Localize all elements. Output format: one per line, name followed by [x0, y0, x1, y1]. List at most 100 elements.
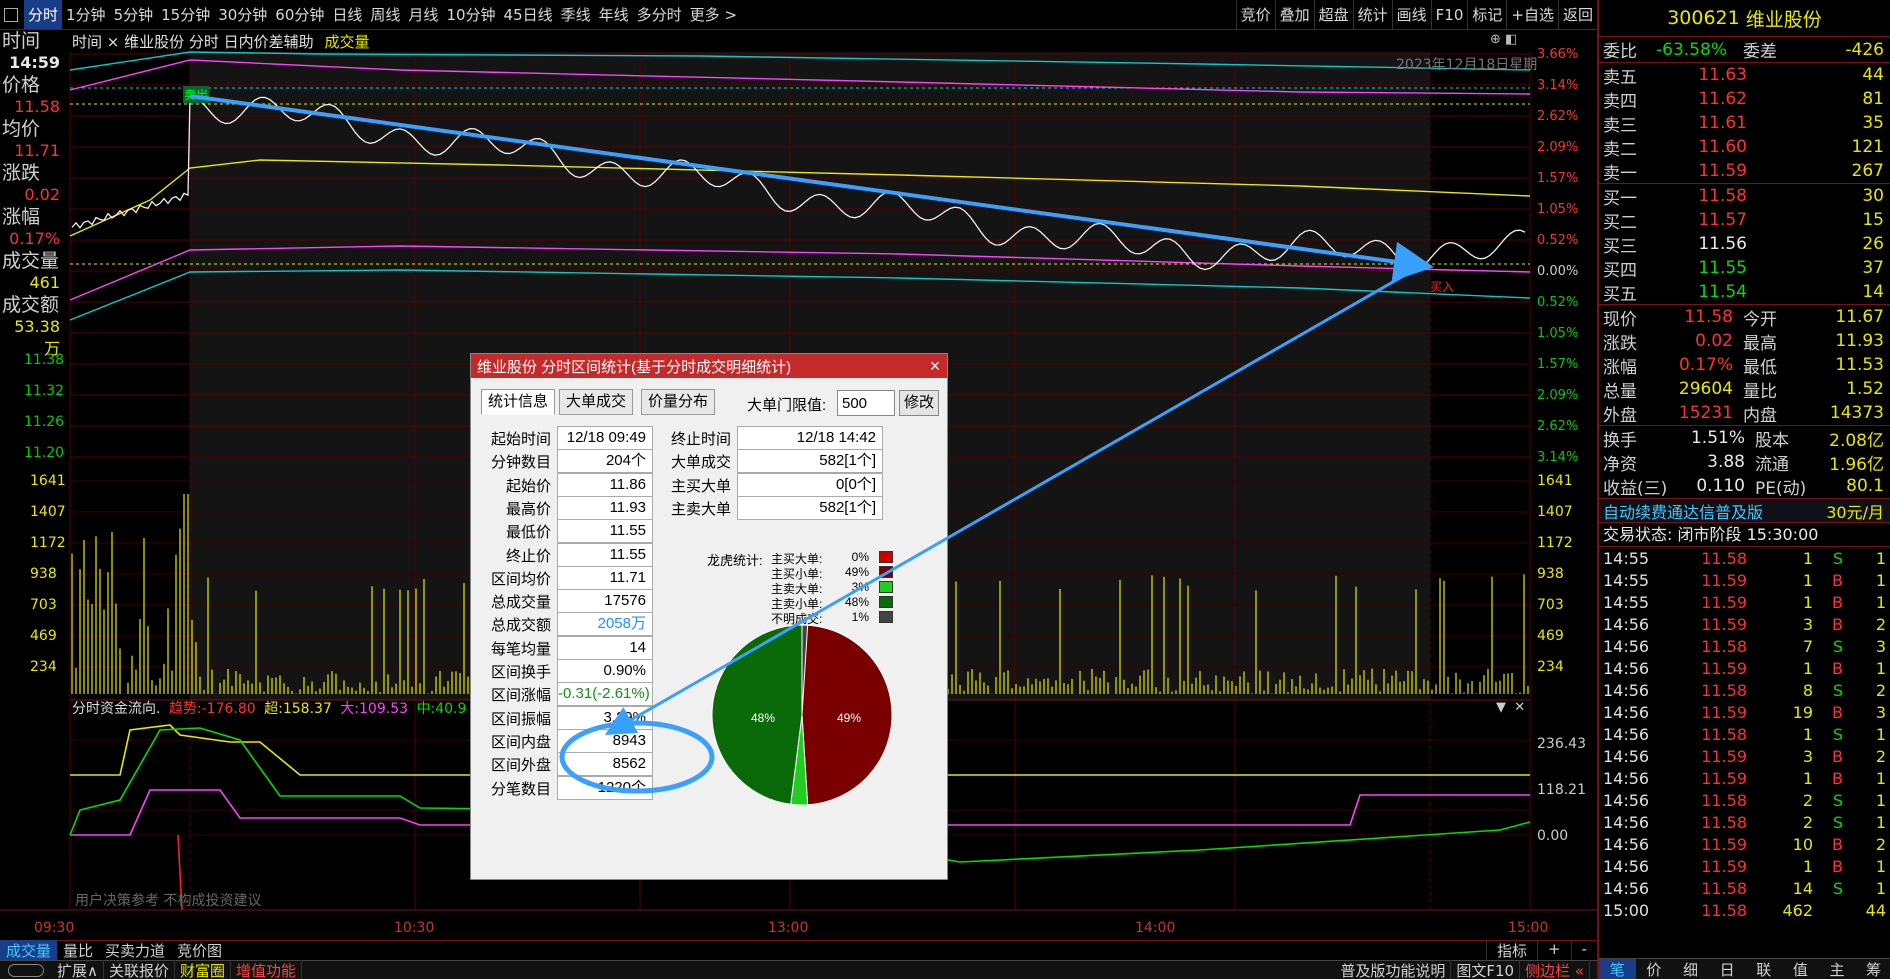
- tick-row: 14:56 11.58 2 S 1: [1599, 811, 1890, 833]
- book-label: 买一: [1603, 188, 1637, 209]
- toggle-switch[interactable]: [8, 963, 44, 977]
- book-row: 买四 11.55 37: [1599, 256, 1890, 281]
- tick-row: 14:56 11.59 3 B 2: [1599, 745, 1890, 767]
- tick-side: B: [1832, 570, 1843, 590]
- tick-time: 15:00: [1603, 900, 1650, 920]
- tick-side: B: [1832, 856, 1843, 876]
- tick-price: 11.59: [1701, 702, 1747, 722]
- status-bar-item[interactable]: 扩展∧: [52, 959, 104, 979]
- tick-volume: 1: [1802, 856, 1813, 876]
- fundamentals: 换手 1.51% 股本 2.08亿 净资 3.88 流通 1.96亿 收益(三) 0.110 PE(…: [1599, 425, 1890, 499]
- stat-label: 总量: [1603, 381, 1637, 402]
- panel-tab[interactable]: 日: [1709, 959, 1746, 979]
- tick-row: 14:56 11.59 1 B 1: [1599, 657, 1890, 679]
- tick-time: 14:56: [1603, 768, 1650, 788]
- tick-count: 1: [1875, 548, 1886, 568]
- tick-time: 14:56: [1603, 614, 1650, 634]
- indicator-control-button[interactable]: +: [1537, 940, 1571, 961]
- tick-count: 1: [1875, 768, 1886, 788]
- book-label: 卖三: [1603, 115, 1637, 136]
- book-row: 卖一 11.59 267: [1599, 159, 1890, 184]
- stock-code: 300621: [1667, 7, 1740, 29]
- indicator-control-button[interactable]: 指标: [1485, 940, 1537, 961]
- book-price: 11.63: [1698, 65, 1747, 85]
- weicha-label: 委差: [1743, 42, 1777, 62]
- indicator-tab[interactable]: 量比: [57, 940, 99, 961]
- stat-label: 净资: [1603, 454, 1637, 475]
- book-price: 11.56: [1698, 234, 1747, 254]
- stat-row: 涨跌 0.02 最高 11.93: [1599, 329, 1890, 354]
- panel-tab[interactable]: 值: [1782, 959, 1819, 979]
- stat-value: 3.88: [1707, 452, 1745, 472]
- tick-price: 11.59: [1701, 746, 1747, 766]
- indicator-tab[interactable]: 成交量: [0, 940, 58, 961]
- status-right-item[interactable]: 侧边栏 «: [1520, 959, 1590, 979]
- stat-label: 涨跌: [1603, 333, 1637, 354]
- status-right-item[interactable]: 图文F10: [1451, 959, 1521, 979]
- tick-side: S: [1832, 812, 1843, 832]
- panel-tab[interactable]: 价: [1636, 959, 1673, 979]
- tick-count: 1: [1875, 570, 1886, 590]
- tick-time: 14:56: [1603, 702, 1650, 722]
- stat-label: 流通: [1755, 454, 1789, 475]
- tick-price: 11.59: [1701, 834, 1747, 854]
- indicator-tab[interactable]: 竞价图: [171, 940, 228, 961]
- status-bar-item[interactable]: 关联报价: [104, 959, 175, 979]
- tick-time: 14:55: [1603, 592, 1650, 612]
- book-volume: 37: [1862, 258, 1884, 278]
- stat-label: 最高: [1743, 333, 1777, 354]
- tick-volume: 1: [1802, 592, 1813, 612]
- tick-volume: 7: [1802, 636, 1813, 656]
- tick-row: 14:56 11.58 7 S 3: [1599, 635, 1890, 657]
- quote-stats: 现价 11.58 今开 11.67 涨跌 0.02 最高 11.93 涨幅 0.17% 最低 11.5…: [1599, 304, 1890, 426]
- tick-volume: 3: [1802, 614, 1813, 634]
- panel-tab[interactable]: 细: [1672, 959, 1709, 979]
- tick-row: 14:56 11.59 3 B 2: [1599, 613, 1890, 635]
- tick-count: 1: [1875, 812, 1886, 832]
- tick-side: B: [1832, 746, 1843, 766]
- panel-tab[interactable]: 筹: [1855, 959, 1890, 979]
- weibi-label: 委比: [1603, 42, 1637, 62]
- stat-value: 2.08亿: [1829, 430, 1884, 451]
- book-price: 11.55: [1698, 258, 1747, 278]
- book-row: 卖三 11.61 35: [1599, 111, 1890, 136]
- indicator-tab[interactable]: 买卖力道: [99, 940, 171, 961]
- tick-row: 14:56 11.59 19 B 3: [1599, 701, 1890, 723]
- status-right-item[interactable]: 普及版功能说明: [1335, 959, 1452, 979]
- tick-row: 14:56 11.59 1 B 1: [1599, 855, 1890, 877]
- tick-time: 14:56: [1603, 746, 1650, 766]
- tick-price: 11.59: [1701, 768, 1747, 788]
- stat-value: 1.96亿: [1829, 454, 1884, 475]
- ad-text: 自动续费通达信普及版: [1603, 502, 1764, 522]
- status-right: 普及版功能说明 图文F10 侧边栏 «: [1335, 959, 1590, 979]
- stat-value: 0.17%: [1678, 355, 1733, 375]
- book-volume: 30: [1862, 186, 1884, 206]
- tick-volume: 462: [1782, 900, 1813, 920]
- tick-count: 44: [1865, 900, 1886, 920]
- weicha-value: -426: [1845, 39, 1884, 60]
- status-bar-item[interactable]: 财富圈: [175, 959, 232, 979]
- tick-volume: 19: [1792, 702, 1813, 722]
- tick-count: 2: [1875, 834, 1886, 854]
- tick-row: 14:55 11.59 1 B 1: [1599, 569, 1890, 591]
- tick-time: 14:56: [1603, 856, 1650, 876]
- status-bar-item[interactable]: 增值功能: [231, 959, 303, 979]
- stat-row: 涨幅 0.17% 最低 11.53: [1599, 353, 1890, 378]
- book-volume: 44: [1862, 65, 1884, 85]
- tick-side: S: [1832, 724, 1843, 744]
- indicator-control-button[interactable]: -: [1570, 940, 1597, 961]
- tick-time: 14:56: [1603, 834, 1650, 854]
- panel-tab[interactable]: 笔: [1599, 959, 1636, 979]
- book-price: 11.58: [1698, 186, 1747, 206]
- tick-list[interactable]: 14:55 11.58 1 S 1 14:55 11.59 1 B 1 14:55 11.59 1 B 1 1…: [1599, 546, 1890, 921]
- panel-tab[interactable]: 主: [1819, 959, 1856, 979]
- stat-value: 29604: [1678, 379, 1733, 399]
- book-row: 卖二 11.60 121: [1599, 135, 1890, 160]
- stat-label: 外盘: [1603, 405, 1637, 426]
- tick-volume: 1: [1802, 768, 1813, 788]
- tick-volume: 2: [1802, 790, 1813, 810]
- book-label: 买二: [1603, 212, 1637, 233]
- panel-tab[interactable]: 联: [1746, 959, 1783, 979]
- stock-name: 维业股份: [1745, 8, 1822, 31]
- ad-banner[interactable]: 自动续费通达信普及版 30元/月: [1599, 498, 1890, 522]
